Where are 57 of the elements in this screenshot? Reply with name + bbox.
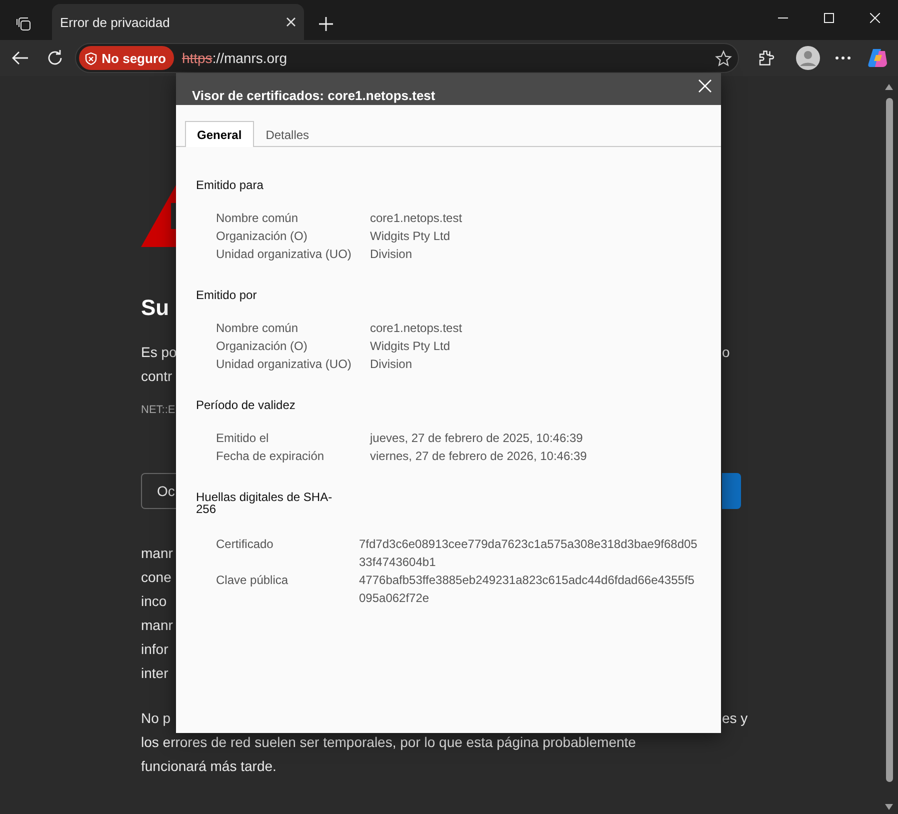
browser-tab[interactable]: Error de privacidad [52,4,304,40]
error-code: NET::E [141,404,176,416]
closing-text: No p [141,709,172,728]
field-label: Unidad organizativa (UO) [216,246,352,263]
field-label: Organización (O) [216,228,308,245]
field-value: viernes, 27 de febrero de 2026, 10:46:39 [370,448,588,465]
details-text: manr [141,616,174,635]
closing-text: funcionará más tarde. [141,757,278,776]
refresh-icon [46,49,64,67]
warning-icon [141,185,176,247]
scroll-down-icon[interactable] [885,804,893,810]
dialog-tab[interactable]: General [185,121,254,147]
closing-text: los errores de red suelen ser temporales, por lo que esta página probablemente [141,733,637,752]
security-badge[interactable]: No seguro [78,46,174,70]
field-value: core1.netops.test [370,320,464,337]
field-label: Organización (O) [216,338,308,355]
details-text: inter [141,664,170,683]
plus-icon [318,16,334,32]
field-value: 7fd7d3c6e08913cee779da7623c1a575a308e318d3bae9f68d0533f4743604b1 [359,536,698,571]
field-label: Certificado [216,536,274,553]
field-label: Nombre común [216,320,300,337]
field-label: Nombre común [216,210,300,227]
dialog-tab[interactable]: Detalles [254,121,322,147]
field-value: 4776bafb53ffe3885eb249231a823c615adc44d6fdad66e4355f5095a062f72e [359,572,696,607]
field-value: Division [370,356,414,373]
section-heading: Período de validez [196,399,296,411]
intro-text: o [722,343,731,362]
field-value: Widgits Pty Ltd [370,338,452,355]
details-text: infor [141,640,170,659]
field-label: Clave pública [216,572,290,589]
close-button[interactable] [697,79,713,95]
close-icon [870,13,880,23]
close-icon[interactable] [286,17,296,27]
field-label: Fecha de expiración [216,448,326,465]
maximize-icon [824,13,834,23]
details-text: inco [141,592,168,611]
field-value: core1.netops.test [370,210,464,227]
back-icon [10,50,29,66]
intro-text: Es po [141,343,176,362]
intro-text: contr [141,367,174,386]
url-text: https://manrs.org [182,50,288,66]
field-label: Unidad organizativa (UO) [216,356,352,373]
details-text: cone [141,568,172,587]
field-value: Division [370,246,414,263]
scroll-up-icon[interactable] [885,84,893,90]
field-value: jueves, 27 de febrero de 2025, 10:46:39 [370,430,584,447]
field-label: Emitido el [216,430,270,447]
field-value: Widgits Pty Ltd [370,228,452,245]
section-heading: Emitido para [196,179,264,191]
section-heading: Huellas digitales de SHA-256 [196,491,334,515]
page-heading: Su [141,295,170,321]
section-heading: Emitido por [196,289,258,301]
closing-text: es y [722,709,749,728]
dialog-title: Visor de certificados: core1.netops.test [192,88,436,105]
star-icon[interactable] [714,50,732,66]
details-text: manr [141,544,174,563]
address-bar[interactable]: No seguro https://manrs.org [74,43,739,73]
